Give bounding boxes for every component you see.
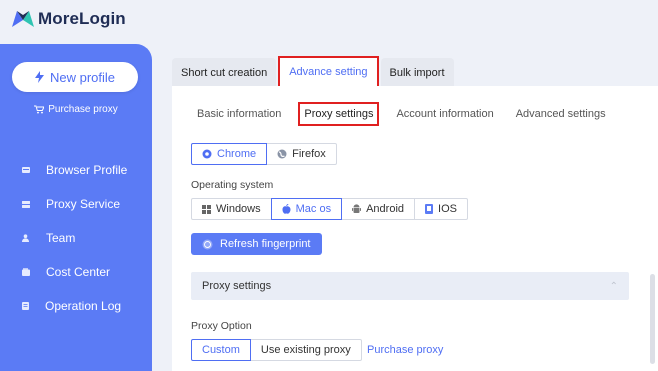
firefox-icon <box>277 149 287 159</box>
purchase-proxy-link[interactable]: Purchase proxy <box>0 104 152 115</box>
fingerprint-icon <box>202 239 213 249</box>
browser-selector: Chrome Firefox <box>191 143 337 165</box>
proxy-option-selector: Custom Use existing proxy <box>191 339 362 361</box>
scrollbar[interactable] <box>650 274 655 364</box>
sidebar-item-label: Cost Center <box>46 265 111 279</box>
sub-tabs: Basic information Proxy settings Account… <box>192 102 623 126</box>
tab-short-cut-creation[interactable]: Short cut creation <box>172 58 277 88</box>
operating-system-label: Operating system <box>191 179 274 191</box>
team-icon <box>22 234 29 242</box>
sidebar-item-cost-center[interactable]: Cost Center <box>22 265 110 279</box>
new-profile-button[interactable]: New profile <box>12 62 138 92</box>
purchase-proxy-link[interactable]: Purchase proxy <box>367 344 443 356</box>
sidebar-item-browser-profile[interactable]: Browser Profile <box>22 163 127 177</box>
sidebar-item-proxy-service[interactable]: Proxy Service <box>22 197 120 211</box>
main-content: Short cut creation Advance setting Bulk … <box>172 56 658 371</box>
refresh-fingerprint-label: Refresh fingerprint <box>220 238 311 250</box>
log-icon <box>22 302 29 310</box>
wallet-icon <box>22 268 30 276</box>
os-option-label: Windows <box>216 203 261 215</box>
browser-option-chrome[interactable]: Chrome <box>191 143 268 165</box>
windows-icon <box>202 204 211 214</box>
sidebar-item-label: Team <box>46 231 76 245</box>
section-title: Proxy settings <box>202 280 272 292</box>
refresh-fingerprint-button[interactable]: Refresh fingerprint <box>191 233 322 255</box>
proxy-option-item-label: Custom <box>202 344 240 356</box>
cart-icon <box>34 105 45 114</box>
tab-advance-setting[interactable]: Advance setting <box>278 56 379 88</box>
proxy-settings-section-header[interactable]: Proxy settings ⌃ <box>191 272 629 300</box>
os-option-mac[interactable]: Mac os <box>270 198 343 220</box>
os-selector: Windows Mac os Android IOS <box>191 198 468 220</box>
android-icon <box>352 204 362 213</box>
app-logo: MoreLogin <box>12 9 126 29</box>
browser-icon <box>22 166 30 173</box>
chevron-up-icon: ⌃ <box>609 280 618 292</box>
proxy-option-label: Proxy Option <box>191 320 252 332</box>
sidebar: New profile Purchase proxy Browser Profi… <box>0 44 152 371</box>
os-option-label: Mac os <box>295 203 332 215</box>
purchase-proxy-label: Purchase proxy <box>48 104 118 115</box>
sidebar-item-label: Browser Profile <box>46 163 128 177</box>
os-option-windows[interactable]: Windows <box>191 198 272 220</box>
apple-icon <box>282 204 291 214</box>
browser-option-firefox[interactable]: Firefox <box>266 143 337 165</box>
proxy-option-existing[interactable]: Use existing proxy <box>249 339 362 361</box>
os-option-label: Android <box>366 203 405 215</box>
top-bar: MoreLogin <box>0 0 658 40</box>
os-option-ios[interactable]: IOS <box>414 198 468 220</box>
sidebar-item-team[interactable]: Team <box>22 231 75 245</box>
browser-option-label: Chrome <box>217 148 257 160</box>
proxy-option-item-label: Use existing proxy <box>260 344 351 356</box>
os-option-android[interactable]: Android <box>341 198 416 220</box>
tab-basic-information[interactable]: Basic information <box>192 102 286 126</box>
settings-panel: Basic information Proxy settings Account… <box>172 86 658 371</box>
sidebar-item-operation-log[interactable]: Operation Log <box>22 299 121 313</box>
proxy-option-custom[interactable]: Custom <box>191 339 251 361</box>
main-tabs: Short cut creation Advance setting Bulk … <box>172 56 454 88</box>
tab-bulk-import[interactable]: Bulk import <box>380 58 454 88</box>
sidebar-item-label: Operation Log <box>45 299 122 313</box>
tab-advanced-settings[interactable]: Advanced settings <box>511 102 611 126</box>
morelogin-logo-icon <box>12 11 34 27</box>
lightning-icon <box>34 71 44 83</box>
new-profile-label: New profile <box>49 69 116 85</box>
tab-proxy-settings[interactable]: Proxy settings <box>298 102 380 126</box>
tab-account-information[interactable]: Account information <box>391 102 498 126</box>
chrome-icon <box>202 149 212 159</box>
browser-option-label: Firefox <box>292 148 326 160</box>
app-name: MoreLogin <box>38 9 126 28</box>
proxy-icon <box>22 200 30 208</box>
ios-device-icon <box>425 204 434 214</box>
os-option-label: IOS <box>438 203 457 215</box>
sidebar-item-label: Proxy Service <box>46 197 121 211</box>
